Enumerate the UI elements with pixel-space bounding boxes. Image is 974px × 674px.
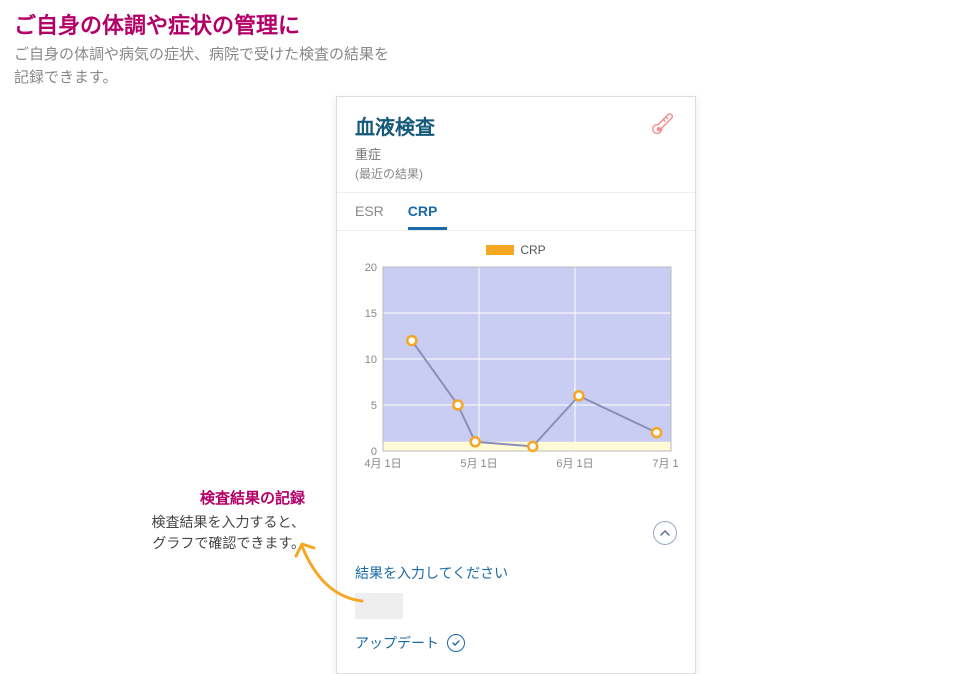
check-icon bbox=[451, 638, 461, 648]
update-button[interactable] bbox=[447, 634, 465, 652]
card-recent-note: (最近の結果) bbox=[355, 165, 677, 182]
card-header: 血液検査 重症 (最近の結果) bbox=[337, 97, 695, 192]
svg-text:7月 1日: 7月 1日 bbox=[652, 458, 679, 470]
page-title: ご自身の体調や症状の管理に bbox=[0, 0, 974, 44]
update-label[interactable]: アップデート bbox=[355, 633, 439, 653]
input-section: 結果を入力してください アップデート bbox=[337, 553, 695, 673]
svg-text:5: 5 bbox=[371, 400, 377, 412]
svg-text:6月 1日: 6月 1日 bbox=[556, 458, 593, 470]
svg-text:0: 0 bbox=[371, 446, 377, 458]
callout-line-1: 検査結果を入力すると、 bbox=[152, 514, 305, 530]
svg-text:4月 1日: 4月 1日 bbox=[364, 458, 401, 470]
chart-legend: CRP bbox=[355, 243, 677, 257]
blood-test-card: 血液検査 重症 (最近の結果) ESR CRP CRP 0 5 10 15 20 4月 1… bbox=[336, 96, 696, 674]
callout: 検査結果の記録 検査結果を入力すると、 グラフで確認できます。 bbox=[105, 487, 305, 554]
tab-bar: ESR CRP bbox=[337, 192, 695, 231]
card-title: 血液検査 bbox=[355, 111, 677, 140]
legend-swatch bbox=[486, 245, 514, 255]
thermometer-icon bbox=[651, 109, 679, 137]
svg-text:20: 20 bbox=[365, 263, 377, 274]
page-subtitle: ご自身の体調や病気の症状、病院で受けた検査の結果を 記録できます。 bbox=[0, 44, 974, 97]
tab-crp[interactable]: CRP bbox=[408, 193, 448, 230]
tab-esr[interactable]: ESR bbox=[355, 193, 394, 230]
update-row: アップデート bbox=[355, 633, 677, 653]
crp-chart: 0 5 10 15 20 4月 1日 5月 1日 6月 1日 7月 1日 bbox=[355, 263, 679, 473]
callout-line-2: グラフで確認できます。 bbox=[152, 535, 305, 551]
card-severity: 重症 bbox=[355, 144, 677, 163]
svg-text:15: 15 bbox=[365, 308, 377, 320]
subtitle-line-2: 記録できます。 bbox=[14, 69, 118, 86]
chevron-up-icon bbox=[660, 528, 670, 538]
input-label: 結果を入力してください bbox=[355, 563, 677, 583]
legend-label: CRP bbox=[520, 243, 545, 257]
subtitle-line-1: ご自身の体調や病気の症状、病院で受けた検査の結果を bbox=[14, 46, 389, 63]
collapse-button[interactable] bbox=[653, 521, 677, 545]
svg-text:5月 1日: 5月 1日 bbox=[460, 458, 497, 470]
callout-title: 検査結果の記録 bbox=[105, 487, 305, 508]
result-input[interactable] bbox=[355, 593, 403, 619]
svg-text:10: 10 bbox=[365, 354, 377, 366]
collapse-row bbox=[337, 481, 695, 553]
chart-area: CRP 0 5 10 15 20 4月 1日 5月 1日 6月 1日 7月 1日 bbox=[337, 231, 695, 481]
callout-text: 検査結果を入力すると、 グラフで確認できます。 bbox=[105, 512, 305, 554]
